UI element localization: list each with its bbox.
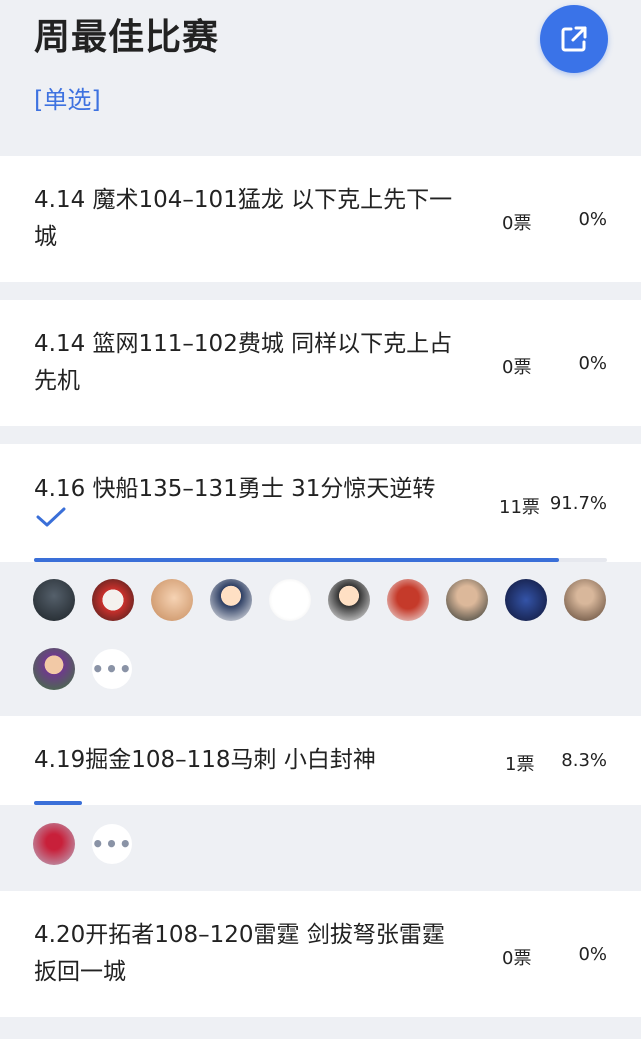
option-votes: 0票 bbox=[502, 948, 532, 969]
poll-option-5[interactable]: 4.20开拓者108–120雷霆 剑拔弩张雷霆扳回一城 0票 0% bbox=[0, 891, 641, 1017]
option-votes: 0票 bbox=[502, 213, 532, 234]
voter-avatar[interactable] bbox=[564, 579, 606, 621]
voter-avatar[interactable] bbox=[387, 579, 429, 621]
voter-avatar[interactable] bbox=[33, 648, 75, 690]
voter-avatar[interactable] bbox=[151, 579, 193, 621]
option-votes: 11票 bbox=[499, 497, 540, 518]
poll-option-2[interactable]: 4.14 篮网111–102费城 同样以下克上占先机 0票 0% bbox=[0, 300, 641, 426]
voter-avatar[interactable] bbox=[505, 579, 547, 621]
option-percent: 8.3% bbox=[561, 750, 607, 771]
option-percent: 91.7% bbox=[549, 493, 607, 514]
voter-avatar[interactable] bbox=[33, 579, 75, 621]
option-text: 4.14 魔术104–101猛龙 以下克上先下一城 bbox=[34, 187, 453, 250]
checkmark-icon bbox=[36, 506, 66, 532]
voter-avatar[interactable] bbox=[33, 823, 75, 865]
option-votes: 1票 bbox=[505, 754, 535, 775]
option-text: 4.19掘金108–118马刺 小白封神 bbox=[34, 747, 376, 773]
more-voters-button[interactable]: ••• bbox=[91, 649, 132, 689]
poll-header: 周最佳比赛 [单选] bbox=[0, 0, 641, 156]
poll-option-3[interactable]: 4.16 快船135–131勇士 31分惊天逆转 11票 91.7% bbox=[0, 444, 641, 562]
option-percent: 0% bbox=[578, 209, 607, 230]
option-text: 4.20开拓者108–120雷霆 剑拔弩张雷霆扳回一城 bbox=[34, 922, 445, 985]
voter-avatar[interactable] bbox=[446, 579, 488, 621]
option-percent: 0% bbox=[578, 944, 607, 965]
option-percent: 0% bbox=[578, 353, 607, 374]
poll-title: 周最佳比赛 bbox=[34, 17, 220, 58]
option-text: 4.14 篮网111–102费城 同样以下克上占先机 bbox=[34, 331, 453, 394]
more-voters-button[interactable]: ••• bbox=[91, 824, 132, 864]
option-text: 4.16 快船135–131勇士 31分惊天逆转 bbox=[34, 476, 436, 502]
poll-option-4[interactable]: 4.19掘金108–118马刺 小白封神 1票 8.3% bbox=[0, 716, 641, 805]
share-external-icon bbox=[561, 26, 587, 52]
voter-avatars-option-4: ••• bbox=[0, 805, 641, 891]
option-votes: 0票 bbox=[502, 357, 532, 378]
voter-avatars-option-3: ••• bbox=[0, 562, 641, 716]
poll-type-label: [单选] bbox=[34, 86, 101, 114]
poll-option-1[interactable]: 4.14 魔术104–101猛龙 以下克上先下一城 0票 0% bbox=[0, 156, 641, 282]
share-button[interactable] bbox=[540, 5, 608, 73]
voter-avatar[interactable] bbox=[328, 579, 370, 621]
voter-avatar[interactable] bbox=[269, 579, 311, 621]
voter-avatar[interactable] bbox=[210, 579, 252, 621]
voter-avatar[interactable] bbox=[92, 579, 134, 621]
